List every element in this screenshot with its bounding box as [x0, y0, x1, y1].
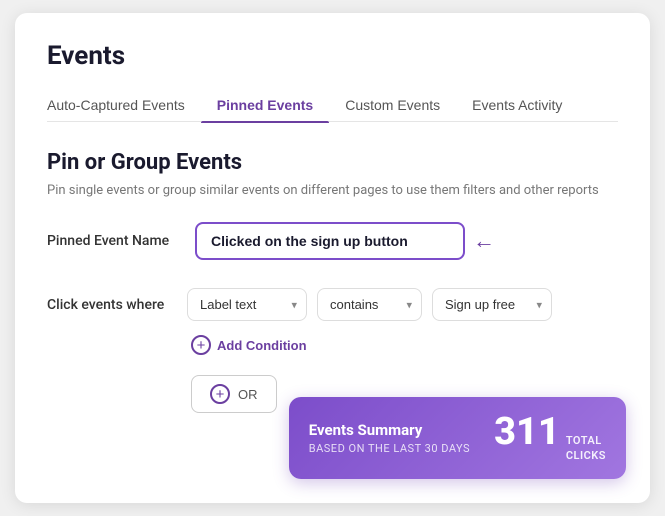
or-plus-icon: +	[210, 384, 230, 404]
tab-auto-captured[interactable]: Auto-Captured Events	[47, 89, 201, 121]
or-button[interactable]: + OR	[191, 375, 277, 413]
pinned-event-label: Pinned Event Name	[47, 233, 177, 249]
page-title: Events	[47, 41, 618, 71]
condition-label: Click events where	[47, 297, 177, 313]
tab-events-activity[interactable]: Events Activity	[456, 89, 578, 121]
add-condition-plus-icon: +	[191, 335, 211, 355]
events-summary-text: Events Summary BASED ON THE LAST 30 DAYS	[309, 421, 470, 455]
pinned-input-wrapper: ←	[195, 222, 465, 260]
events-summary-subtitle: BASED ON THE LAST 30 DAYS	[309, 442, 470, 455]
label-text-select[interactable]: Label text URL Element ID	[187, 288, 307, 321]
pinned-event-input[interactable]	[195, 222, 465, 260]
value-select-wrapper: Sign up free Sign up Free trial	[432, 288, 552, 321]
events-count-number: 311	[494, 413, 560, 451]
add-condition-button[interactable]: + Add Condition	[191, 335, 307, 355]
add-condition-row: + Add Condition	[191, 335, 618, 355]
add-condition-label: Add Condition	[217, 338, 307, 353]
tab-custom-events[interactable]: Custom Events	[329, 89, 456, 121]
condition-row: Click events where Label text URL Elemen…	[47, 288, 618, 321]
section-description: Pin single events or group similar event…	[47, 183, 618, 198]
events-count-label: TOTALCLICKS	[566, 434, 606, 463]
section-title: Pin or Group Events	[47, 150, 618, 175]
pinned-event-row: Pinned Event Name ←	[47, 222, 618, 260]
value-select[interactable]: Sign up free Sign up Free trial	[432, 288, 552, 321]
or-label: OR	[238, 387, 258, 402]
events-summary-box: Events Summary BASED ON THE LAST 30 DAYS…	[289, 397, 626, 479]
arrow-indicator-icon: ←	[473, 228, 495, 254]
main-card: Events Auto-Captured Events Pinned Event…	[15, 13, 650, 503]
tab-pinned-events[interactable]: Pinned Events	[201, 89, 329, 121]
operator-select-wrapper: contains equals starts with ends with	[317, 288, 422, 321]
tab-bar: Auto-Captured Events Pinned Events Custo…	[47, 89, 618, 122]
label-text-select-wrapper: Label text URL Element ID	[187, 288, 307, 321]
events-summary-count: 311 TOTALCLICKS	[494, 413, 606, 463]
operator-select[interactable]: contains equals starts with ends with	[317, 288, 422, 321]
events-summary-title: Events Summary	[309, 421, 470, 439]
